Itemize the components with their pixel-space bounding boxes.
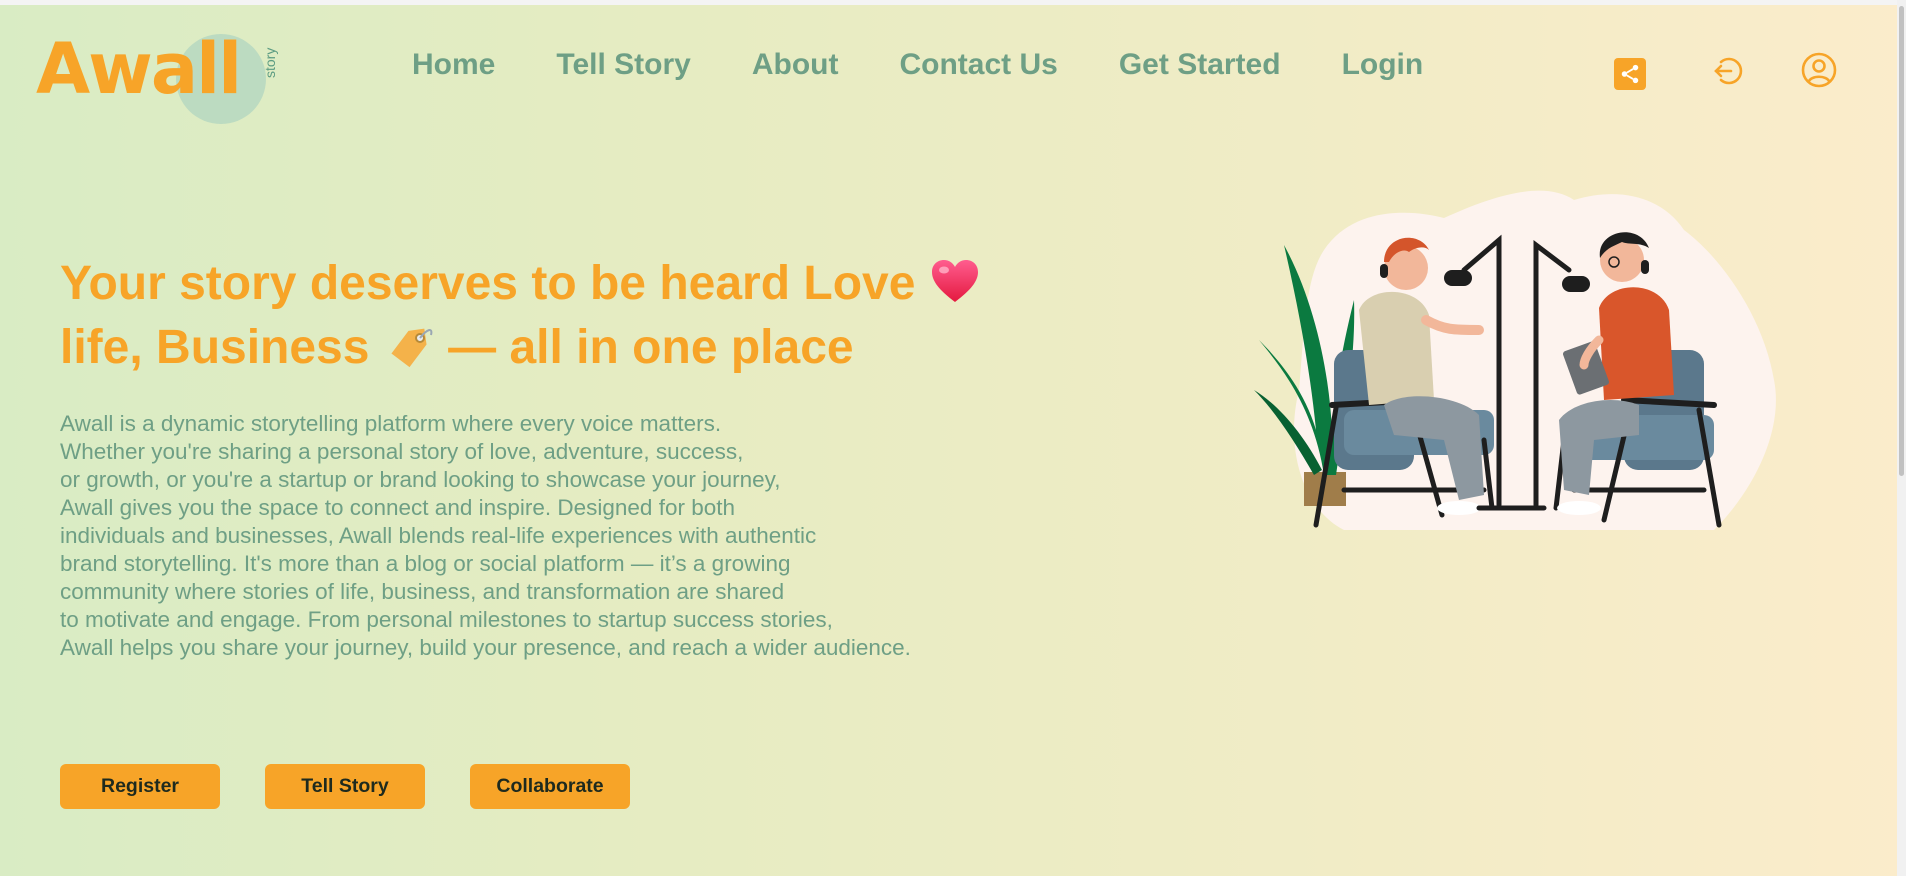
hero-title-part3: — all in one place	[448, 321, 854, 374]
nav-get-started[interactable]: Get Started	[1119, 48, 1281, 82]
hero-title: Your story deserves to be heard Love lif…	[60, 252, 1010, 380]
heart-icon	[931, 260, 978, 302]
nav-contact-us[interactable]: Contact Us	[899, 48, 1057, 82]
profile-button[interactable]	[1799, 50, 1839, 90]
nav-about[interactable]: About	[752, 48, 839, 82]
tell-story-button[interactable]: Tell Story	[265, 764, 425, 809]
share-button[interactable]	[1614, 58, 1646, 90]
hero-description: Awall is a dynamic storytelling platform…	[60, 410, 1040, 662]
logo-tag: story	[262, 47, 278, 78]
scrollbar-thumb[interactable]	[1899, 6, 1904, 476]
nav-login[interactable]: Login	[1342, 48, 1424, 82]
scrollbar[interactable]	[1897, 0, 1906, 876]
hero-title-part1: Your story deserves to be heard Love	[60, 257, 916, 310]
description-line: Whether you're sharing a personal story …	[60, 439, 744, 464]
share-icon	[1621, 64, 1639, 84]
description-line: Awall is a dynamic storytelling platform…	[60, 411, 722, 436]
logo[interactable]: Awall story	[36, 28, 278, 124]
description-line: community where stories of life, busines…	[60, 579, 785, 604]
logout-icon	[1714, 57, 1743, 85]
description-line: to motivate and engage. From personal mi…	[60, 607, 833, 632]
nav-tell-story[interactable]: Tell Story	[556, 48, 690, 82]
podcast-illustration	[1254, 190, 1776, 531]
user-circle-icon	[1801, 52, 1837, 88]
collaborate-button[interactable]: Collaborate	[470, 764, 630, 809]
description-line: or growth, or you're a startup or brand …	[60, 467, 781, 492]
description-line: Awall helps you share your journey, buil…	[60, 635, 911, 660]
description-line: individuals and businesses, Awall blends…	[60, 523, 817, 548]
description-line: brand storytelling. It's more than a blo…	[60, 551, 791, 576]
nav-home[interactable]: Home	[412, 48, 495, 82]
window-top-border	[0, 0, 1906, 5]
logout-button[interactable]	[1710, 52, 1748, 90]
logo-word: Awall	[36, 28, 242, 110]
main-nav: Home Tell Story About Contact Us Get Sta…	[412, 48, 1484, 82]
hero-title-part2: life, Business	[60, 321, 370, 374]
tag-icon	[391, 328, 433, 368]
register-button[interactable]: Register	[60, 764, 220, 809]
description-line: Awall gives you the space to connect and…	[60, 495, 735, 520]
